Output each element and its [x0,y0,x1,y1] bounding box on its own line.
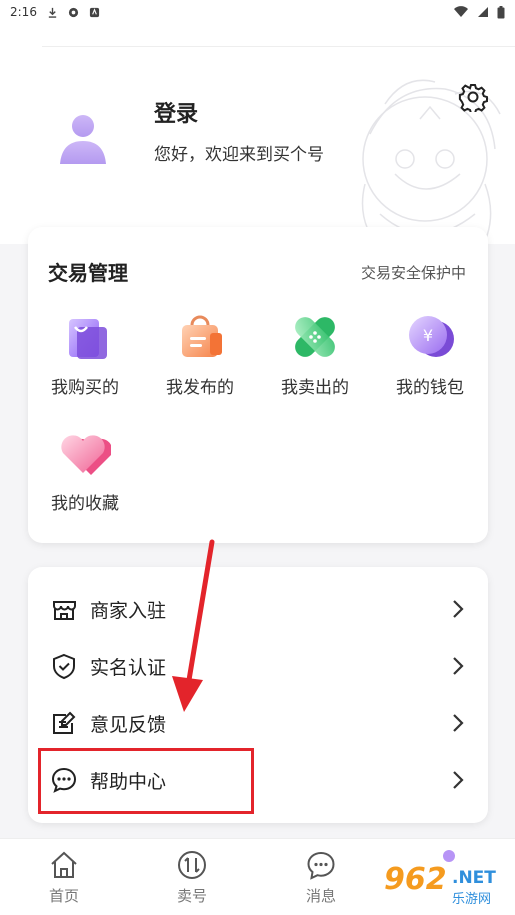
trade-item-label: 我卖出的 [281,378,349,398]
tab-messages[interactable]: 消息 [286,849,356,906]
gear-icon[interactable] [458,82,488,112]
my-wallet-button[interactable]: ¥ 我的钱包 [380,311,480,398]
purchase-bag-icon [69,319,107,359]
signal-icon [478,7,488,17]
favorite-heart-icon [61,435,111,475]
chevron-right-icon [453,714,464,732]
status-time: 2:16 [10,5,37,19]
shield-check-icon [53,653,75,680]
tab-label: 消息 [305,887,336,905]
highlight-box [38,748,254,814]
trade-title: 交易管理 [48,261,128,285]
trade-item-label: 我的钱包 [396,378,464,398]
notification-dot [443,850,455,862]
trade-safety-text: 交易安全保护中 [360,264,466,282]
trade-item-label: 我发布的 [166,378,234,398]
chevron-right-icon [453,771,464,789]
edit-note-icon [53,711,76,734]
divider [42,46,515,47]
trade-item-label: 我的收藏 [51,494,119,514]
svg-text:¥: ¥ [423,326,433,345]
tab-label: 首页 [48,887,79,905]
menu-item-verification[interactable]: 实名认证 [28,638,488,694]
chevron-right-icon [453,657,464,675]
tab-sell[interactable]: 卖号 [157,849,227,906]
my-published-button[interactable]: 我发布的 [150,311,250,398]
watermark-number: 962 [384,862,447,897]
home-icon [51,851,77,878]
avatar[interactable] [58,114,108,164]
menu-item-label: 意见反馈 [90,713,167,736]
app-notification-icon-2 [89,7,100,17]
chevron-right-icon [453,600,464,618]
message-icon [307,851,335,880]
my-favorites-button[interactable]: 我的收藏 [35,427,135,514]
store-icon [53,601,76,620]
battery-icon [497,5,505,18]
profile-header: 登录 您好，欢迎来到买个号 [0,24,515,260]
download-icon [48,7,57,18]
wifi-icon [454,6,468,18]
menu-item-merchant[interactable]: 商家入驻 [28,581,488,637]
login-title[interactable]: 登录 [154,96,198,128]
status-bar: 2:16 [0,0,515,24]
trade-item-label: 我购买的 [51,378,119,398]
watermark-site-name: 乐游网 [452,892,492,907]
tab-label: 卖号 [176,887,207,905]
swap-icon [178,851,206,879]
menu-item-feedback[interactable]: 意见反馈 [28,695,488,751]
trade-management-card: 交易管理 交易安全保护中 我购买的 我发布的 我卖出的 ¥ 我的钱包 我的收藏 [28,227,488,543]
menu-item-label: 商家入驻 [90,599,167,622]
tab-home[interactable]: 首页 [29,849,99,906]
sold-bandage-icon [295,317,335,357]
my-sold-button[interactable]: 我卖出的 [265,311,365,398]
menu-item-label: 实名认证 [90,656,167,679]
my-purchases-button[interactable]: 我购买的 [35,311,135,398]
watermark-net: .NET [452,868,496,888]
welcome-text: 您好，欢迎来到买个号 [154,145,324,165]
wallet-coin-icon: ¥ [409,316,454,357]
publish-bag-icon [182,315,222,357]
app-notification-icon [68,7,79,17]
